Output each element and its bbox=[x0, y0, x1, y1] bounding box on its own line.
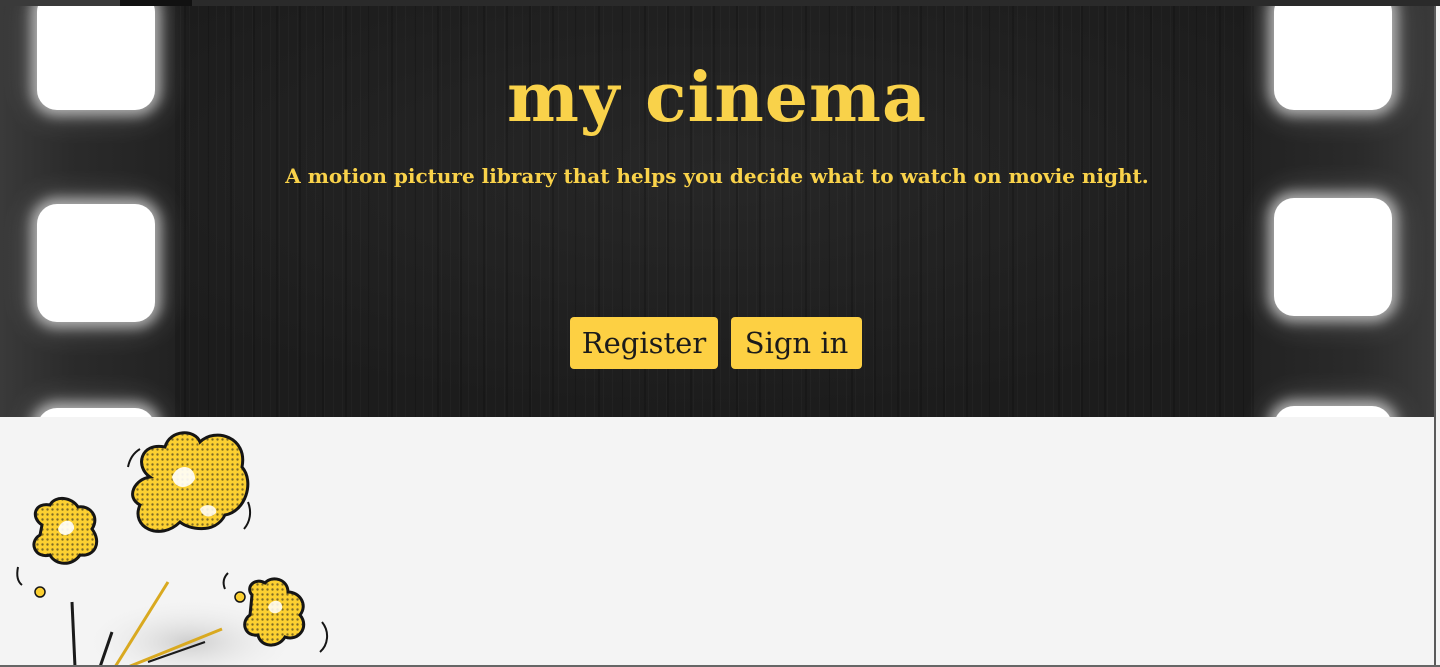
window-right-border bbox=[1434, 6, 1436, 667]
register-button[interactable]: Register bbox=[570, 317, 718, 369]
popcorn-kernel-icon bbox=[16, 497, 99, 598]
site-title: my cinema bbox=[506, 58, 928, 138]
film-sprocket-hole-icon bbox=[37, 408, 155, 417]
film-sprocket-hole-icon bbox=[1274, 406, 1392, 417]
site-tagline: A motion picture library that helps you … bbox=[285, 164, 1149, 188]
popcorn-illustration bbox=[16, 431, 328, 667]
film-sprocket-hole-icon bbox=[37, 204, 155, 322]
sign-in-button[interactable]: Sign in bbox=[731, 317, 862, 369]
hero-banner: my cinema A motion picture library that … bbox=[0, 6, 1434, 417]
popcorn-kernel-icon bbox=[127, 431, 252, 533]
film-sprocket-hole-icon bbox=[1274, 198, 1392, 316]
motion-streak bbox=[70, 601, 77, 667]
